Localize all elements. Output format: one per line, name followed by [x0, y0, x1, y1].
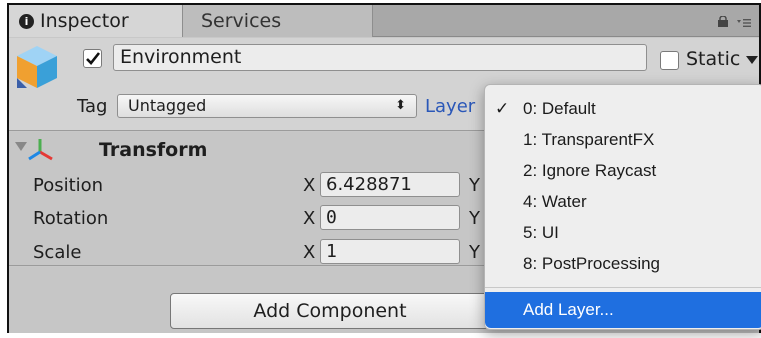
- layer-menu-item-label: 4: Water: [523, 192, 587, 211]
- updown-arrows-icon: ⬍: [395, 98, 406, 113]
- layer-menu-item-transparentfx[interactable]: 1: TransparentFX: [485, 124, 761, 155]
- position-y-axis-label[interactable]: Y: [469, 175, 480, 196]
- rotation-label: Rotation: [33, 208, 109, 229]
- gameobject-cube-icon[interactable]: [15, 44, 59, 90]
- checkmark-icon: ✓: [495, 99, 510, 118]
- tab-bar: i Inspector Services: [9, 5, 759, 37]
- static-checkbox[interactable]: [660, 51, 679, 70]
- rotation-y-axis-label[interactable]: Y: [469, 208, 480, 229]
- rotation-x-axis-label[interactable]: X: [303, 208, 315, 229]
- layer-menu-item-ignore-raycast[interactable]: 2: Ignore Raycast: [485, 155, 761, 186]
- add-layer-menu-item[interactable]: Add Layer...: [485, 292, 761, 328]
- layer-menu-item-ui[interactable]: 5: UI: [485, 217, 761, 248]
- static-dropdown-arrow-icon[interactable]: [746, 56, 758, 64]
- tag-select[interactable]: Untagged ⬍: [117, 94, 417, 118]
- rotation-x-field[interactable]: 0: [320, 205, 460, 230]
- tag-value: Untagged: [128, 96, 207, 115]
- checkmark-icon: [86, 52, 101, 65]
- scale-y-axis-label[interactable]: Y: [469, 242, 480, 263]
- layer-menu-item-label: 1: TransparentFX: [523, 130, 655, 149]
- position-x-axis-label[interactable]: X: [303, 175, 315, 196]
- position-label: Position: [33, 175, 104, 196]
- info-icon: i: [19, 14, 34, 29]
- layer-menu-item-label: 5: UI: [523, 223, 559, 242]
- tag-label: Tag: [77, 96, 108, 117]
- tab-inspector-label: Inspector: [40, 10, 129, 32]
- panel-menu-icon[interactable]: [737, 18, 751, 28]
- layer-label: Layer: [425, 96, 476, 117]
- layer-menu-item-postprocessing[interactable]: 8: PostProcessing: [485, 248, 761, 279]
- scale-x-field[interactable]: 1: [320, 239, 460, 264]
- position-x-field[interactable]: 6.428871: [320, 172, 460, 197]
- lock-icon[interactable]: [717, 16, 729, 27]
- component-title: Transform: [99, 139, 208, 161]
- transform-axis-icon: [28, 139, 53, 161]
- scale-x-axis-label[interactable]: X: [303, 242, 315, 263]
- active-checkbox[interactable]: [83, 49, 102, 68]
- tab-services[interactable]: Services: [183, 5, 373, 37]
- layer-dropdown-menu: ✓ 0: Default 1: TransparentFX 2: Ignore …: [484, 84, 761, 330]
- tab-services-label: Services: [201, 10, 282, 32]
- object-name-field[interactable]: Environment: [113, 44, 647, 71]
- layer-menu-item-water[interactable]: 4: Water: [485, 186, 761, 217]
- tab-inspector[interactable]: i Inspector: [9, 5, 183, 37]
- menu-separator: [485, 287, 761, 288]
- scale-label: Scale: [33, 242, 82, 263]
- static-label: Static: [686, 48, 741, 70]
- layer-menu-item-label: 0: Default: [523, 99, 596, 118]
- add-component-button[interactable]: Add Component: [170, 293, 490, 329]
- layer-menu-item-default[interactable]: ✓ 0: Default: [485, 93, 761, 124]
- foldout-arrow-icon[interactable]: [15, 142, 27, 151]
- layer-menu-item-label: 8: PostProcessing: [523, 254, 661, 273]
- layer-menu-item-label: 2: Ignore Raycast: [523, 161, 657, 180]
